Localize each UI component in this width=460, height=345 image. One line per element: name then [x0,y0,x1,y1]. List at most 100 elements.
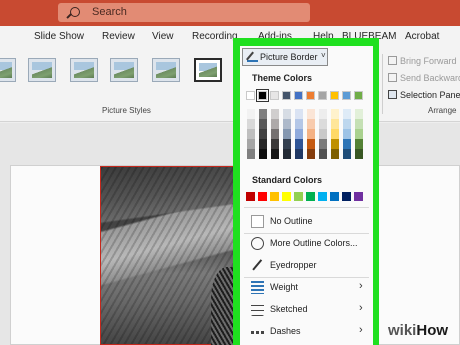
theme-color-swatch[interactable] [342,91,351,100]
standard-color-swatch[interactable] [246,192,255,201]
shade-color-swatch[interactable] [282,129,291,139]
bring-forward-button[interactable]: Bring Forward [400,56,457,66]
tab-review[interactable]: Review [102,31,135,42]
picture-style-thumb[interactable] [0,58,16,82]
dashes-item[interactable]: Dashes › [240,321,373,343]
shade-color-swatch[interactable] [270,149,279,159]
shade-color-swatch[interactable] [282,139,291,149]
theme-color-swatch[interactable] [306,91,315,100]
shade-color-swatch[interactable] [270,129,279,139]
shade-color-swatch[interactable] [342,139,351,149]
shade-color-swatch[interactable] [270,119,279,129]
shade-color-swatch[interactable] [330,139,339,149]
shade-color-swatch[interactable] [294,149,303,159]
shade-color-swatch[interactable] [258,129,267,139]
shade-color-swatch[interactable] [330,119,339,129]
shade-color-swatch[interactable] [258,109,267,119]
standard-color-swatch[interactable] [354,192,363,201]
shade-color-swatch[interactable] [270,139,279,149]
shade-color-swatch[interactable] [282,119,291,129]
theme-color-swatch[interactable] [354,91,363,100]
eyedropper-item[interactable]: Eyedropper [240,255,373,277]
tab-recording[interactable]: Recording [192,31,238,42]
shade-color-swatch[interactable] [294,139,303,149]
theme-shades-grid [246,109,363,159]
shade-color-swatch[interactable] [306,129,315,139]
shade-color-swatch[interactable] [342,149,351,159]
shade-color-swatch[interactable] [342,129,351,139]
theme-color-swatch[interactable] [256,89,269,102]
shade-color-swatch[interactable] [318,139,327,149]
standard-color-swatch[interactable] [294,192,303,201]
standard-color-swatch[interactable] [258,192,267,201]
send-backward-button[interactable]: Send Backward [400,73,460,83]
shade-color-swatch[interactable] [282,109,291,119]
shade-color-swatch[interactable] [258,149,267,159]
theme-color-swatch[interactable] [270,91,279,100]
shade-color-swatch[interactable] [330,149,339,159]
shade-color-swatch[interactable] [330,129,339,139]
sketched-item[interactable]: Sketched › [240,299,373,321]
dashes-icon [251,331,264,334]
shade-color-swatch[interactable] [270,109,279,119]
shade-color-swatch[interactable] [330,109,339,119]
weight-item[interactable]: Weight › [240,277,373,299]
search-placeholder: Search [92,6,127,18]
shade-color-swatch[interactable] [246,129,255,139]
picture-border-dropdown: Picture Border ˅ Theme Colors Standard C… [240,46,373,345]
shade-color-swatch[interactable] [306,149,315,159]
shade-color-swatch[interactable] [342,109,351,119]
shade-color-swatch[interactable] [246,109,255,119]
selected-picture[interactable] [100,166,251,345]
picture-border-button[interactable]: Picture Border ˅ [242,48,328,66]
shade-color-swatch[interactable] [318,119,327,129]
shade-color-swatch[interactable] [354,119,363,129]
standard-color-swatch[interactable] [270,192,279,201]
selection-pane-button[interactable]: Selection Pane [400,90,460,100]
shade-color-swatch[interactable] [354,109,363,119]
shade-color-swatch[interactable] [258,119,267,129]
shade-color-swatch[interactable] [318,109,327,119]
standard-color-swatch[interactable] [318,192,327,201]
shade-color-swatch[interactable] [354,129,363,139]
standard-color-swatch[interactable] [342,192,351,201]
standard-color-swatch[interactable] [330,192,339,201]
standard-color-swatch[interactable] [306,192,315,201]
tab-view[interactable]: View [152,31,174,42]
picture-style-thumb[interactable] [28,58,56,82]
shade-color-swatch[interactable] [294,129,303,139]
theme-color-swatch[interactable] [246,91,255,100]
no-outline-item[interactable]: No Outline [240,211,373,233]
standard-colors-title: Standard Colors [252,175,323,185]
shade-color-swatch[interactable] [246,139,255,149]
chevron-down-icon: ˅ [321,51,326,60]
search-box[interactable]: Search [58,3,310,22]
tab-slide-show[interactable]: Slide Show [34,31,84,42]
shade-color-swatch[interactable] [246,119,255,129]
shade-color-swatch[interactable] [258,139,267,149]
more-outline-colors-item[interactable]: More Outline Colors... [240,233,373,255]
picture-style-thumb[interactable] [110,58,138,82]
theme-color-swatch[interactable] [282,91,291,100]
theme-color-swatch[interactable] [318,91,327,100]
theme-color-swatch[interactable] [294,91,303,100]
shade-color-swatch[interactable] [294,109,303,119]
shade-color-swatch[interactable] [354,149,363,159]
tab-acrobat[interactable]: Acrobat [405,31,439,42]
shade-color-swatch[interactable] [294,119,303,129]
theme-color-swatch[interactable] [330,91,339,100]
shade-color-swatch[interactable] [354,139,363,149]
picture-style-thumb[interactable] [152,58,180,82]
standard-color-swatch[interactable] [282,192,291,201]
picture-style-thumb[interactable] [194,58,222,82]
shade-color-swatch[interactable] [318,149,327,159]
shade-color-swatch[interactable] [342,119,351,129]
shade-color-swatch[interactable] [282,149,291,159]
shade-color-swatch[interactable] [306,139,315,149]
shade-color-swatch[interactable] [246,149,255,159]
picture-styles-group-label: Picture Styles [102,106,151,115]
picture-style-thumb[interactable] [70,58,98,82]
shade-color-swatch[interactable] [318,129,327,139]
shade-color-swatch[interactable] [306,109,315,119]
shade-color-swatch[interactable] [306,119,315,129]
